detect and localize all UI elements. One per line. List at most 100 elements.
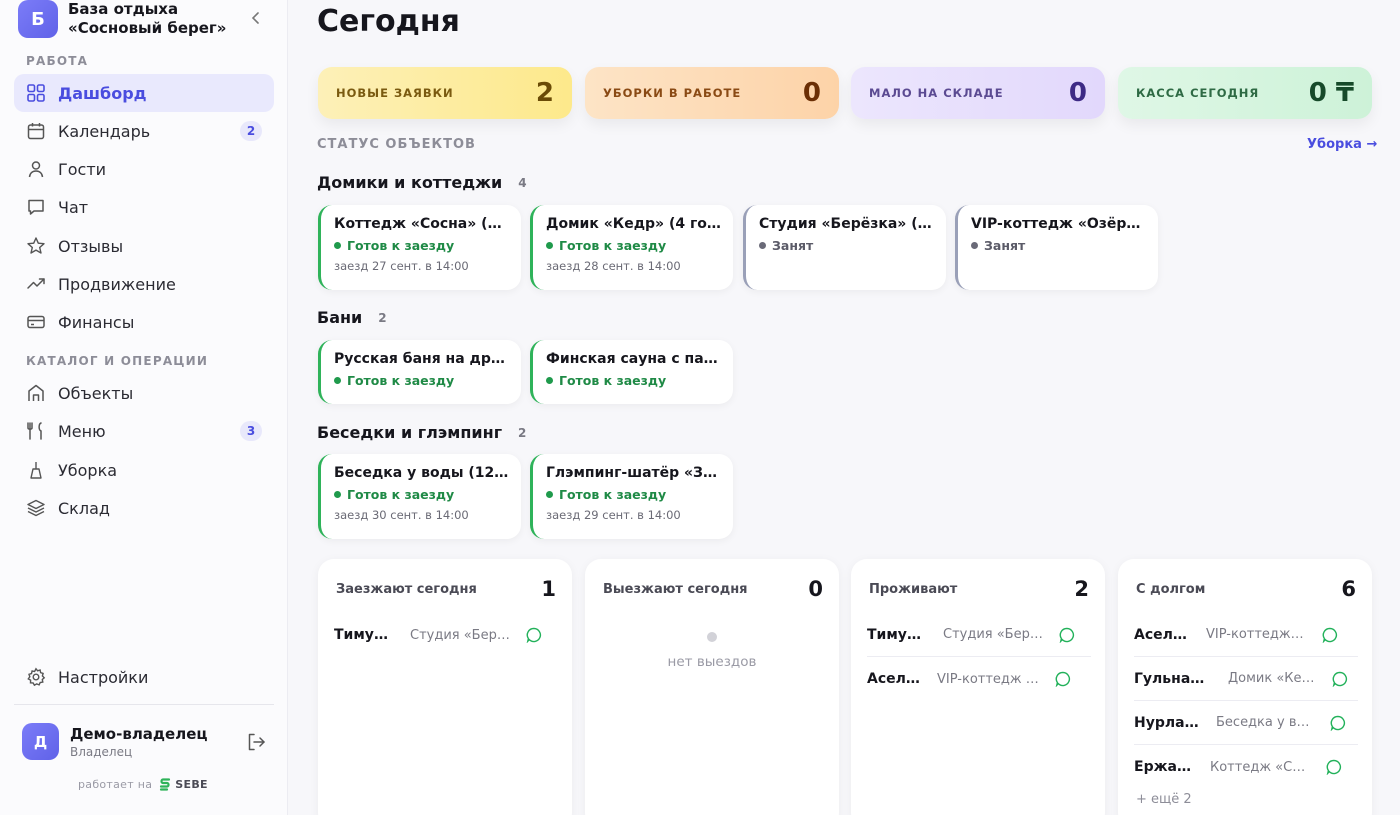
unit-status-text: Занят — [984, 238, 1026, 253]
whatsapp-icon[interactable] — [1332, 671, 1348, 687]
sidebar-item-label: Отзывы — [58, 236, 124, 256]
panel-with-debt: С долгом 6 Асель ... VIP-коттедж «Озёрны… — [1118, 559, 1372, 815]
sidebar-item-label: Гости — [58, 159, 107, 179]
sidebar-item-chat[interactable]: Чат — [14, 188, 274, 226]
sidebar-item-promotion[interactable]: Продвижение — [14, 265, 274, 303]
sidebar-item-objects[interactable]: Объекты — [14, 374, 274, 412]
unit-status: Готов к заезду — [546, 487, 721, 502]
empty-state-text: нет выездов — [667, 654, 757, 670]
chat-icon — [26, 197, 46, 217]
unit-checkin: заезд 29 сент. в 14:00 — [546, 508, 681, 522]
panel-departing-today: Выезжают сегодня 0 нет выездов — [585, 559, 839, 815]
unit-card[interactable]: Беседка у воды (12 гостей) Готов к заезд… — [318, 454, 521, 539]
utensils-icon — [26, 421, 46, 441]
stat-new-requests[interactable]: НОВЫЕ ЗАЯВКИ 2 — [318, 67, 572, 119]
main-content: Сегодня НОВЫЕ ЗАЯВКИ 2 УБОРКИ В РАБОТЕ 0… — [288, 0, 1400, 815]
show-more-link[interactable]: + ещё 2 — [1136, 792, 1192, 807]
sidebar-item-calendar[interactable]: Календарь 2 — [14, 112, 274, 150]
sidebar-item-cleaning[interactable]: Уборка — [14, 451, 274, 489]
group-title-text: Домики и коттеджи — [317, 173, 503, 192]
calendar-icon — [26, 121, 46, 141]
powered-by-label: работает на — [78, 777, 153, 791]
sidebar-item-menu[interactable]: Меню 3 — [14, 412, 274, 450]
guest-unit: Коттедж «Сосна» — [1210, 759, 1310, 775]
stat-cleanings-in-progress[interactable]: УБОРКИ В РАБОТЕ 0 — [585, 67, 839, 119]
stat-label: НОВЫЕ ЗАЯВКИ — [336, 86, 454, 100]
unit-checkin: заезд 28 сент. в 14:00 — [546, 259, 681, 273]
whatsapp-icon[interactable] — [1322, 627, 1338, 643]
user-role: Владелец — [70, 744, 133, 759]
guest-name: Ержан ... — [1134, 759, 1194, 775]
unit-status-text: Готов к заезду — [347, 373, 455, 388]
guest-row[interactable]: Асель ... VIP-коттедж «Озёрный» — [1134, 613, 1358, 657]
user-block: Д Демо-владелец Владелец — [22, 723, 267, 760]
brand-name: База отдыха «Сосновый берег» — [68, 0, 227, 37]
brand[interactable]: Б База отдыха «Сосновый берег» — [18, 0, 238, 40]
panel-title: С долгом — [1136, 582, 1206, 597]
sidebar-item-label: Чат — [58, 197, 89, 217]
whatsapp-icon[interactable] — [1326, 759, 1342, 775]
whatsapp-icon[interactable] — [1330, 715, 1346, 731]
unit-card[interactable]: Домик «Кедр» (4 гостя) Готов к заезду за… — [530, 205, 733, 290]
collapse-sidebar-button[interactable] — [246, 8, 266, 28]
status-dot — [546, 491, 553, 498]
sidebar-item-settings[interactable]: Настройки — [14, 658, 274, 696]
logout-icon — [248, 733, 265, 751]
stat-value: 0 — [802, 78, 821, 108]
whatsapp-icon[interactable] — [1055, 671, 1071, 687]
sidebar-item-finance[interactable]: Финансы — [14, 303, 274, 341]
guest-row[interactable]: Тимур ... Студия «Берёзка» — [867, 613, 1091, 657]
status-dot — [334, 377, 341, 384]
unit-status: Готов к заезду — [546, 238, 721, 253]
broom-icon — [26, 460, 46, 480]
group-count: 2 — [518, 425, 527, 440]
group-title-houses: Домики и коттеджи 4 — [317, 173, 527, 192]
panel-staying: Проживают 2 Тимур ... Студия «Берёзка» А… — [851, 559, 1105, 815]
stat-cash-today[interactable]: КАССА СЕГОДНЯ 0 ₸ — [1118, 67, 1372, 119]
logout-button[interactable] — [245, 731, 267, 753]
gear-icon — [26, 667, 46, 687]
calendar-badge: 2 — [240, 121, 262, 141]
unit-card[interactable]: Глэмпинг-шатёр «Звёздный» Готов к заезду… — [530, 454, 733, 539]
guest-row[interactable]: Нурлан ... Беседка у воды — [1134, 701, 1358, 745]
status-dot — [334, 242, 341, 249]
sebe-logo[interactable]: SEBE — [158, 777, 208, 791]
unit-card[interactable]: Русская баня на дровах Готов к заезду — [318, 340, 521, 404]
section-title-work: РАБОТА — [26, 54, 89, 68]
sidebar-item-guests[interactable]: Гости — [14, 150, 274, 188]
unit-name: VIP-коттедж «Озёрный» — [971, 216, 1146, 232]
guest-name: Гульнара ... — [1134, 670, 1212, 687]
unit-status-text: Занят — [772, 238, 814, 253]
guest-row[interactable]: Ержан ... Коттедж «Сосна» — [1134, 745, 1358, 789]
whatsapp-icon[interactable] — [1059, 627, 1075, 643]
unit-status-text: Готов к заезду — [559, 238, 667, 253]
panel-count: 6 — [1341, 577, 1356, 601]
unit-status: Готов к заезду — [546, 373, 721, 388]
sidebar-item-label: Объекты — [58, 383, 134, 403]
unit-card[interactable]: Финская сауна с панорамой Готов к заезду — [530, 340, 733, 404]
section-title-catalog: КАТАЛОГ И ОПЕРАЦИИ — [26, 354, 209, 368]
guest-unit: Студия «Берёзка» — [943, 627, 1043, 642]
panel-count: 0 — [808, 577, 823, 601]
group-title-text: Беседки и глэмпинг — [317, 423, 503, 442]
menu-badge: 3 — [240, 421, 262, 441]
stat-value: 0 ₸ — [1308, 78, 1354, 108]
unit-card[interactable]: Коттедж «Сосна» (6 гостей) Готов к заезд… — [318, 205, 521, 290]
sidebar-item-dashboard[interactable]: Дашборд — [14, 74, 274, 112]
sidebar-item-label: Меню — [58, 421, 106, 441]
unit-name: Студия «Берёзка» (2 гостя) — [759, 216, 934, 232]
stat-low-stock[interactable]: МАЛО НА СКЛАДЕ 0 — [851, 67, 1105, 119]
status-dot — [759, 242, 766, 249]
sidebar-item-warehouse[interactable]: Склад — [14, 489, 274, 527]
unit-card[interactable]: VIP-коттедж «Озёрный» Занят — [955, 205, 1158, 290]
whatsapp-icon[interactable] — [526, 627, 542, 643]
sidebar-divider — [14, 704, 274, 705]
panel-title: Проживают — [869, 582, 958, 597]
guest-row[interactable]: Асель ... VIP-коттедж «Озёрный» — [867, 657, 1091, 701]
cleaning-link[interactable]: Уборка → — [1307, 137, 1377, 152]
guest-row[interactable]: Тимур ... Студия «Берёзка» — [334, 613, 558, 657]
guest-name: Тимур ... — [867, 626, 927, 643]
unit-card[interactable]: Студия «Берёзка» (2 гостя) Занят — [743, 205, 946, 290]
sidebar-item-reviews[interactable]: Отзывы — [14, 227, 274, 265]
guest-row[interactable]: Гульнара ... Домик «Кедр» — [1134, 657, 1358, 701]
